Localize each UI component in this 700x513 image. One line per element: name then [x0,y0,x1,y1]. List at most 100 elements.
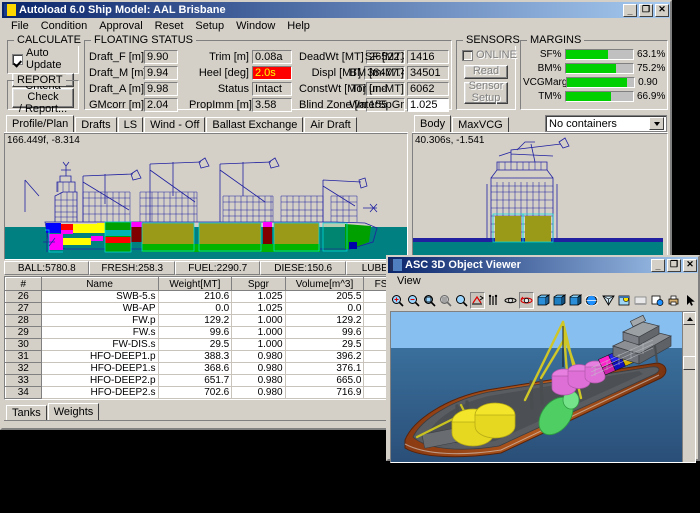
view-side-icon[interactable] [568,291,583,309]
tab-maxvcg[interactable]: MaxVCG [452,117,509,132]
col-header-volume[interactable]: Volume[m^3] [284,277,365,291]
close-button[interactable]: ✕ [655,3,669,17]
value-waterspgr[interactable]: 1.025 [407,98,449,112]
viewer-minimize-button[interactable]: _ [651,258,665,272]
auto-update-row[interactable]: Auto Update [12,47,78,71]
viewer-vertical-scrollbar[interactable] [682,312,695,462]
cell-volume: 29.5 [285,338,365,351]
zoom-out-icon[interactable] [406,291,421,309]
ship-body-section-drawing [413,134,663,259]
menu-item-reset[interactable]: Reset [149,19,190,33]
cell-name: HFO-DEEP1.s [41,362,159,375]
menu-item-help[interactable]: Help [281,19,316,33]
field-waterspgr: WaterSpGr 1.025 [343,98,449,112]
container-select-value: No containers [549,117,617,130]
container-select[interactable]: No containers [545,115,667,132]
auto-update-label: Auto Update [26,47,62,71]
online-row[interactable]: ONLINE [462,49,517,61]
maximize-button[interactable]: ❐ [639,3,653,17]
col-header-index[interactable]: # [5,277,42,291]
profile-plan-view[interactable]: 166.449f, -8.314 [4,133,408,260]
floating-status-legend: FLOATING STATUS [91,34,197,46]
zoom-window-icon[interactable] [422,291,437,309]
background-icon[interactable] [633,291,648,309]
cell-volume: 396.2 [285,350,365,363]
orbit-flat-icon[interactable] [503,291,518,309]
main-titlebar: Autoload 6.0 Ship Model: AAL Brisbane _ … [2,2,670,18]
rotate-icon[interactable] [470,291,485,309]
minimize-icon: _ [655,260,661,271]
cell-weight: 702.6 [158,386,233,399]
sensor-setup-button[interactable]: Sensor Setup [464,81,508,104]
zoom-previous-icon[interactable] [454,291,469,309]
value-tor[interactable]: 6062 [407,82,449,96]
col-header-name[interactable]: Name [40,277,159,291]
viewer-window-title: ASC 3D Object Viewer [405,259,521,271]
bar-fill-tm [565,92,611,101]
zoom-in-icon[interactable] [390,291,405,309]
menu-item-setup[interactable]: Setup [189,19,230,33]
viewer-3d-canvas[interactable] [390,311,696,463]
view-front-icon[interactable] [536,291,551,309]
globe-icon[interactable] [584,291,599,309]
zoom-all-icon[interactable] [438,291,453,309]
scroll-up-button[interactable] [683,312,695,325]
snapshot-icon[interactable] [650,291,665,309]
tab-ballast-exchange[interactable]: Ballast Exchange [206,117,304,132]
online-checkbox[interactable] [462,49,473,61]
menu-item-approval[interactable]: Approval [93,19,148,33]
value-heel[interactable]: 2.0s [252,66,292,80]
criteria-check-report-button[interactable]: Criteria Check / Report... [12,80,74,114]
value-gmcorr[interactable]: 2.04 [144,98,178,112]
tab-ls[interactable]: LS [117,117,144,132]
field-draft-a: Draft_A [m] 9.98 [89,82,181,96]
value-trim[interactable]: 0.08a [252,50,292,64]
render-wireframe-icon[interactable] [601,291,616,309]
close-icon: ✕ [686,258,694,269]
tab-drafts[interactable]: Drafts [75,117,117,132]
calculate-legend: CALCULATE [14,34,84,46]
label-trim: Trim [m] [209,51,249,63]
select-arrow-icon[interactable] [683,291,698,309]
scroll-thumb[interactable] [683,356,695,370]
tab-profile-plan[interactable]: Profile/Plan [6,115,75,132]
ship-anchor-icon [4,4,16,16]
value-sf[interactable]: 1416 [407,50,449,64]
value-draft-m[interactable]: 9.94 [144,66,178,80]
menu-item-window[interactable]: Window [230,19,281,33]
menu-item-condition[interactable]: Condition [35,19,93,33]
print-icon[interactable] [666,291,681,309]
minimize-button[interactable]: _ [623,3,637,17]
floating-status-column-2: Trim [m] 0.08a Heel [deg] 2.0s Status In… [189,50,293,112]
value-draft-a[interactable]: 9.98 [144,82,178,96]
cell-weight: 0.0 [158,302,233,315]
menu-item-file[interactable]: File [5,19,35,33]
value-propimm[interactable]: 3.58 [252,98,292,112]
field-propimm: PropImm [m] 3.58 [189,98,293,112]
walk-icon[interactable] [486,291,501,309]
auto-update-checkbox[interactable] [12,53,23,65]
viewer-maximize-button[interactable]: ❐ [667,258,681,272]
tab-wind-off[interactable]: Wind - Off [144,117,206,132]
light-icon[interactable] [617,291,632,309]
viewer-menu-item-view[interactable]: View [391,274,427,288]
value-bm[interactable]: 34501 [407,66,449,80]
label-draft-m: Draft_M [m] [89,67,147,79]
tab-body[interactable]: Body [414,115,452,132]
main-menubar: File Condition Approval Reset Setup Wind… [2,18,670,34]
view-iso-icon[interactable] [552,291,567,309]
tab-weights[interactable]: Weights [47,403,100,420]
read-button[interactable]: Read [464,65,508,79]
value-status[interactable]: Intact [252,82,292,96]
col-header-weight[interactable]: Weight[MT] [157,277,233,291]
tab-air-draft[interactable]: Air Draft [304,117,357,132]
chevron-down-icon[interactable] [649,117,664,130]
bar-fill-sf [565,50,609,59]
orbit-icon[interactable] [519,291,534,309]
value-draft-f[interactable]: 9.90 [144,50,178,64]
cell-weight: 99.6 [158,326,233,339]
col-header-spgr[interactable]: Spgr [231,277,286,291]
body-view[interactable]: 40.306s, -1.541 [412,133,668,260]
tab-tanks[interactable]: Tanks [6,405,47,420]
viewer-close-button[interactable]: ✕ [683,258,697,272]
